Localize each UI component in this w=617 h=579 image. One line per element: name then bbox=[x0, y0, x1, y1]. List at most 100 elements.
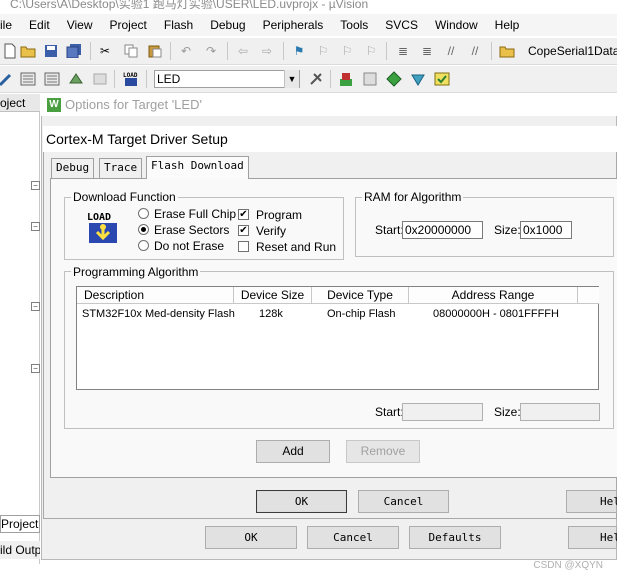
target-select[interactable]: LED ▼ bbox=[154, 70, 300, 88]
column-header-filler bbox=[578, 287, 599, 304]
nav-forward-icon[interactable]: ⇨ bbox=[259, 43, 275, 59]
ram-start-input[interactable]: 0x20000000 bbox=[402, 221, 483, 239]
row-device-type[interactable]: On-chip Flash bbox=[327, 307, 395, 321]
indent-icon[interactable]: ≣ bbox=[395, 43, 411, 59]
menu-file[interactable]: ile bbox=[0, 18, 12, 32]
paste-icon[interactable] bbox=[147, 43, 163, 59]
target-options-icon[interactable] bbox=[308, 71, 324, 87]
pack-installer-icon[interactable] bbox=[386, 71, 402, 87]
alg-start-label: Start: bbox=[375, 405, 404, 419]
alg-size-input[interactable] bbox=[520, 403, 600, 421]
column-header-device-type[interactable]: Device Type bbox=[312, 287, 409, 304]
options-dialog-title: Options for Target 'LED' bbox=[65, 97, 202, 112]
tab-trace[interactable]: Trace bbox=[99, 158, 143, 178]
row-address-range[interactable]: 08000000H - 0801FFFFH bbox=[433, 307, 559, 321]
tab-project[interactable]: Project bbox=[0, 515, 40, 533]
driver-cancel-button[interactable]: Cancel bbox=[358, 490, 449, 513]
driver-dialog-title: Cortex-M Target Driver Setup bbox=[43, 126, 617, 152]
menu-peripherals[interactable]: Peripherals bbox=[263, 18, 324, 32]
tab-project-label: Project bbox=[1, 517, 39, 531]
add-algorithm-button[interactable]: Add bbox=[256, 440, 330, 463]
copy-icon[interactable] bbox=[123, 43, 139, 59]
row-description[interactable]: STM32F10x Med-density Flash bbox=[82, 307, 235, 321]
build-icon[interactable] bbox=[20, 71, 36, 87]
tab-debug[interactable]: Debug bbox=[51, 158, 95, 178]
translate-icon[interactable] bbox=[0, 71, 14, 87]
prev-bookmark-icon[interactable]: ⚐ bbox=[315, 43, 331, 59]
do-not-erase-radio[interactable] bbox=[138, 240, 149, 251]
unindent-icon[interactable]: ≣ bbox=[419, 43, 435, 59]
program-checkbox[interactable]: ✔ bbox=[238, 209, 249, 220]
reset-and-run-checkbox[interactable] bbox=[238, 241, 249, 252]
chevron-down-icon[interactable]: ▼ bbox=[284, 70, 299, 88]
uncomment-icon[interactable]: // bbox=[467, 43, 483, 59]
load-icon-text: LOAD bbox=[87, 212, 111, 223]
verify-label: Verify bbox=[256, 224, 287, 238]
menu-flash[interactable]: Flash bbox=[164, 18, 193, 32]
menu-edit[interactable]: Edit bbox=[29, 18, 50, 32]
undo-icon[interactable]: ↶ bbox=[178, 43, 194, 59]
batch-build-icon[interactable] bbox=[68, 71, 84, 87]
nav-back-icon[interactable]: ⇦ bbox=[235, 43, 251, 59]
find-in-files-icon[interactable] bbox=[499, 43, 515, 59]
options-dialog-title-bar: W Options for Target 'LED' bbox=[41, 94, 617, 116]
row-device-size[interactable]: 128k bbox=[259, 307, 283, 321]
keil-logo-icon: W bbox=[47, 98, 61, 112]
save-icon[interactable] bbox=[43, 43, 59, 59]
erase-sectors-radio[interactable] bbox=[138, 224, 149, 235]
remove-algorithm-button[interactable]: Remove bbox=[346, 440, 420, 463]
stop-build-icon[interactable] bbox=[92, 71, 108, 87]
options-ok-button[interactable]: OK bbox=[205, 526, 297, 549]
download-icon[interactable]: LOAD bbox=[122, 71, 138, 87]
rebuild-icon[interactable] bbox=[44, 71, 60, 87]
column-header-device-size[interactable]: Device Size bbox=[234, 287, 312, 304]
alg-start-input[interactable] bbox=[402, 403, 483, 421]
program-label: Program bbox=[256, 208, 303, 222]
load-icon: LOAD bbox=[86, 210, 120, 246]
ram-size-input[interactable]: 0x1000 bbox=[520, 221, 572, 239]
redo-icon[interactable]: ↷ bbox=[203, 43, 219, 59]
collapse-icon[interactable]: − bbox=[31, 181, 40, 190]
driver-ok-button[interactable]: OK bbox=[256, 490, 347, 513]
column-header-address-range[interactable]: Address Range bbox=[409, 287, 578, 304]
select-software-packs-icon[interactable] bbox=[410, 71, 426, 87]
open-folder-icon[interactable] bbox=[20, 43, 36, 59]
collapse-icon[interactable]: − bbox=[31, 222, 40, 231]
options-cancel-button[interactable]: Cancel bbox=[307, 526, 399, 549]
project-items-icon[interactable] bbox=[362, 71, 378, 87]
menu-tools[interactable]: Tools bbox=[340, 18, 368, 32]
project-panel: − − − − bbox=[0, 94, 40, 564]
menu-project[interactable]: Project bbox=[110, 18, 147, 32]
tab-flash-download[interactable]: Flash Download bbox=[146, 156, 249, 179]
column-header-description[interactable]: Description bbox=[77, 287, 234, 304]
bookmark-icon[interactable]: ⚑ bbox=[291, 43, 307, 59]
clear-bookmarks-icon[interactable]: ⚐ bbox=[363, 43, 379, 59]
collapse-icon[interactable]: − bbox=[31, 364, 40, 373]
next-bookmark-icon[interactable]: ⚐ bbox=[339, 43, 355, 59]
erase-full-chip-radio[interactable] bbox=[138, 208, 149, 219]
collapse-icon[interactable]: − bbox=[31, 302, 40, 311]
algorithm-list[interactable]: Description Device Size Device Type Addr… bbox=[76, 286, 599, 390]
manage-components-icon[interactable] bbox=[338, 71, 354, 87]
menu-view[interactable]: View bbox=[67, 18, 93, 32]
ram-start-label: Start: bbox=[375, 223, 404, 237]
menu-svcs[interactable]: SVCS bbox=[385, 18, 418, 32]
cut-icon[interactable]: ✂ bbox=[97, 43, 113, 59]
verify-checkbox[interactable]: ✔ bbox=[238, 225, 249, 236]
driver-help-button[interactable]: Hel bbox=[566, 490, 617, 513]
window-title-bar: C:\Users\A\Desktop\实验1 跑马灯实验\USER\LED.uv… bbox=[0, 0, 617, 14]
new-file-icon[interactable] bbox=[2, 43, 18, 59]
menu-window[interactable]: Window bbox=[435, 18, 478, 32]
run-time-environment-icon[interactable] bbox=[434, 71, 450, 87]
comment-icon[interactable]: // bbox=[443, 43, 459, 59]
options-help-button[interactable]: Hel bbox=[568, 526, 617, 549]
save-all-icon[interactable] bbox=[66, 43, 82, 59]
build-output-label: ild Outp bbox=[0, 543, 40, 557]
find-text[interactable]: CopeSerial1Data bbox=[528, 44, 617, 58]
window-title: C:\Users\A\Desktop\实验1 跑马灯实验\USER\LED.uv… bbox=[10, 0, 369, 11]
programming-algorithm-label: Programming Algorithm bbox=[71, 265, 201, 279]
watermark: CSDN @XQYN bbox=[533, 560, 603, 571]
options-defaults-button[interactable]: Defaults bbox=[409, 526, 501, 549]
menu-debug[interactable]: Debug bbox=[210, 18, 245, 32]
menu-help[interactable]: Help bbox=[495, 18, 520, 32]
